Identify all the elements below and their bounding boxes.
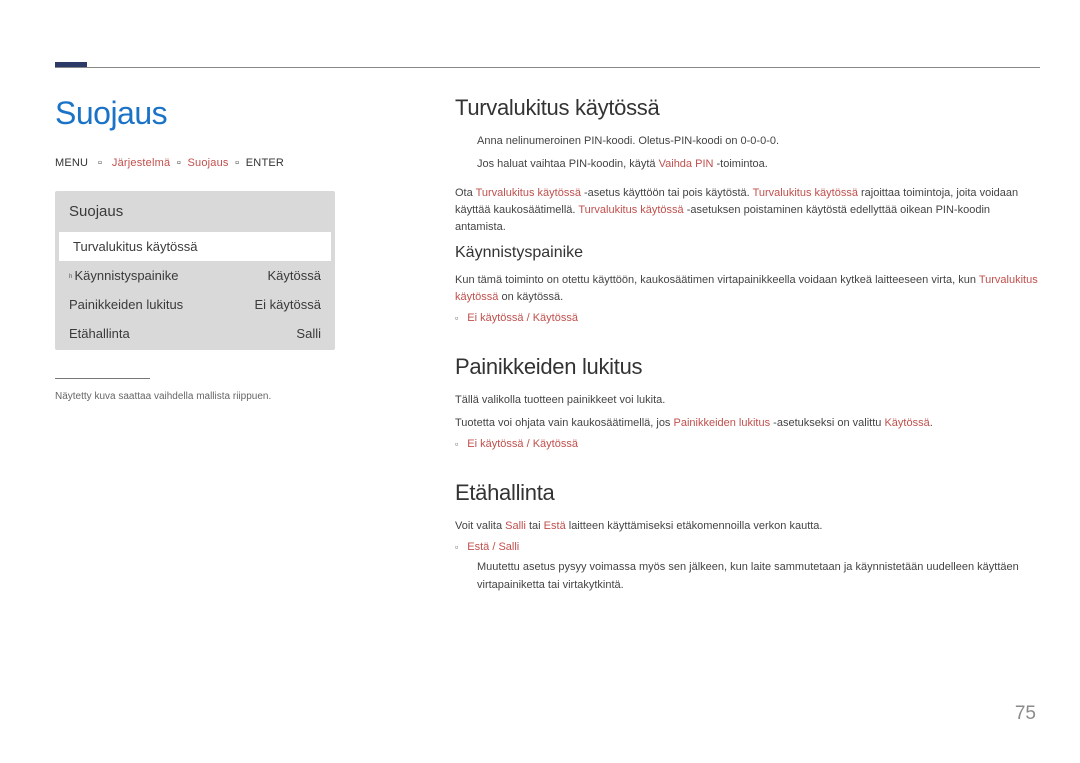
breadcrumb-enter: ENTER <box>246 157 284 169</box>
section-button-lock: Painikkeiden lukitus Tällä valikolla tuo… <box>455 354 1040 450</box>
right-column: Turvalukitus käytössä Anna nelinumeroine… <box>455 95 1040 624</box>
menu-row-label: Etähallinta <box>69 326 130 341</box>
breadcrumb-security: Suojaus <box>187 157 228 169</box>
footnote-rule <box>55 378 150 379</box>
left-column: Suojaus MENU ▫ Järjestelmä ▫ Suojaus ▫ E… <box>55 95 335 402</box>
menu-panel-header: Suojaus <box>55 191 335 232</box>
breadcrumb-arrow-2: ▫ <box>177 157 181 169</box>
menu-row-label: ʰKäynnistyspainike <box>69 268 179 283</box>
body-line-1: Tällä valikolla tuotteen painikkeet voi … <box>455 392 1040 409</box>
menu-row-label: Turvalukitus käytössä <box>73 239 198 254</box>
menu-row-remote: Etähallinta Salli <box>55 319 335 348</box>
body-line-2: Tuotetta voi ohjata vain kaukosäätimellä… <box>455 415 1040 432</box>
note-block: Anna nelinumeroinen PIN-koodi. Oletus-PI… <box>477 133 1040 173</box>
breadcrumb-arrow-3: ▫ <box>235 157 239 169</box>
breadcrumb-arrow-1: ▫ <box>98 157 102 169</box>
menu-row-button-lock: Painikkeiden lukitus Ei käytössä <box>55 290 335 319</box>
bullet-icon: ▫ <box>455 542 458 552</box>
subsection-body: Kun tämä toiminto on otettu käyttöön, ka… <box>455 272 1040 306</box>
bullet-icon: ▫ <box>455 313 458 323</box>
breadcrumb: MENU ▫ Järjestelmä ▫ Suojaus ▫ ENTER <box>55 157 335 169</box>
menu-row-power-button: ʰKäynnistyspainike Käytössä <box>55 261 335 290</box>
body-line-1: Voit valita Salli tai Estä laitteen käyt… <box>455 518 1040 535</box>
options-row: ▫ Ei käytössä / Käytössä <box>455 312 1040 324</box>
section-title: Painikkeiden lukitus <box>455 354 1040 380</box>
note-line-2: Jos haluat vaihtaa PIN-koodin, käytä Vai… <box>477 156 1040 173</box>
section-remote: Etähallinta Voit valita Salli tai Estä l… <box>455 480 1040 593</box>
menu-row-safety-lock: Turvalukitus käytössä <box>59 232 331 261</box>
breadcrumb-system: Järjestelmä <box>112 157 170 169</box>
menu-panel: Suojaus Turvalukitus käytössä ʰKäynnisty… <box>55 191 335 350</box>
sub-note: Muutettu asetus pysyy voimassa myös sen … <box>477 559 1040 593</box>
header-rule <box>55 67 1040 68</box>
indent-icon: ʰ <box>69 272 72 282</box>
menu-row-label: Painikkeiden lukitus <box>69 297 183 312</box>
menu-row-value: Käytössä <box>268 268 321 283</box>
note-line-1: Anna nelinumeroinen PIN-koodi. Oletus-PI… <box>477 133 1040 150</box>
menu-row-value: Salli <box>296 326 321 341</box>
footnote: Näytetty kuva saattaa vaihdella mallista… <box>55 391 335 402</box>
section-title: Etähallinta <box>455 480 1040 506</box>
bullet-icon: ▫ <box>455 439 458 449</box>
subsection-title: Käynnistyspainike <box>455 244 1040 262</box>
breadcrumb-menu: MENU <box>55 157 88 169</box>
page-number: 75 <box>1015 703 1036 725</box>
section-safety-lock: Turvalukitus käytössä Anna nelinumeroine… <box>455 95 1040 324</box>
options-row: ▫ Ei käytössä / Käytössä <box>455 438 1040 450</box>
menu-row-value: Ei käytössä <box>255 297 321 312</box>
page-title: Suojaus <box>55 95 335 132</box>
section-title: Turvalukitus käytössä <box>455 95 1040 121</box>
body-paragraph: Ota Turvalukitus käytössä -asetus käyttö… <box>455 185 1040 236</box>
options-row: ▫ Estä / Salli <box>455 541 1040 553</box>
